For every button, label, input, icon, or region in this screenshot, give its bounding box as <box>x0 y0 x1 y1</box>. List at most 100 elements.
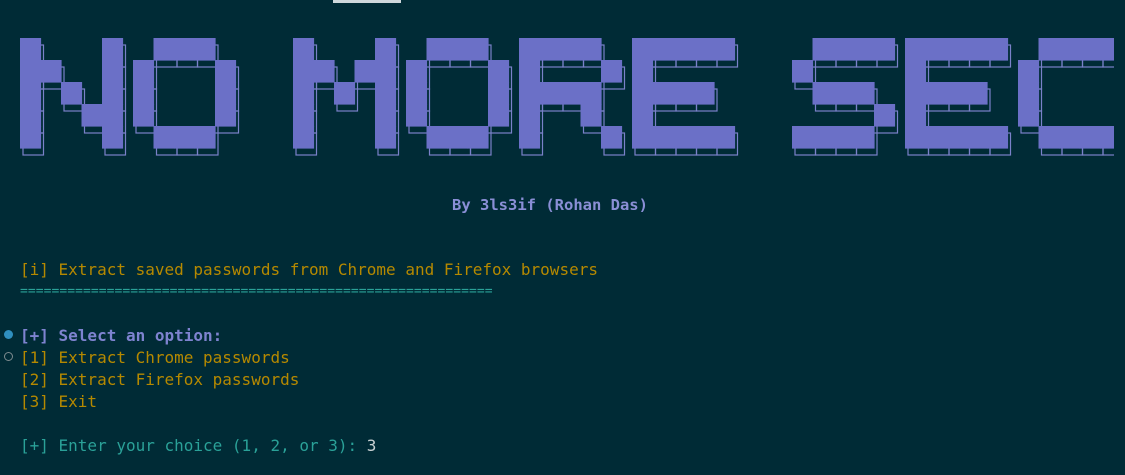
banner-fill-block <box>102 82 124 105</box>
banner-fill-block <box>194 126 216 149</box>
banner-fill-block <box>632 38 654 61</box>
banner-fill-block <box>812 82 834 105</box>
banner-fill-block <box>102 104 124 127</box>
banner-fill-block <box>20 104 42 127</box>
banner-fill-block <box>652 38 674 61</box>
banner-fill-block <box>406 82 428 105</box>
banner-fill-block <box>313 60 335 83</box>
input-line: [+] Enter your choice (1, 2, or 3): 3 <box>20 435 376 457</box>
banner-fill-block <box>467 126 489 149</box>
banner-fill-block <box>560 38 582 61</box>
banner-fill-block <box>652 126 674 149</box>
banner-fill-block <box>652 82 674 105</box>
input-value[interactable]: 3 <box>367 436 377 455</box>
tab-indicator <box>333 0 401 3</box>
banner-fill-block <box>61 82 83 105</box>
banner-fill-block <box>792 126 814 149</box>
banner-fill-block <box>812 126 834 149</box>
banner-fill-block <box>539 38 561 61</box>
banner-fill-block <box>215 82 237 105</box>
banner-fill-block <box>1038 38 1060 61</box>
banner-fill-block <box>375 38 397 61</box>
banner-fill-block <box>1038 126 1060 149</box>
banner-fill-block <box>1018 82 1040 105</box>
banner-fill-block <box>673 38 695 61</box>
banner-fill-block <box>1018 104 1040 127</box>
banner-fill-block <box>946 126 968 149</box>
banner-fill-block <box>102 126 124 149</box>
gutter-dot-filled-icon <box>4 330 13 339</box>
banner-fill-block <box>987 38 1009 61</box>
banner-fill-block <box>293 104 315 127</box>
banner-fill-block <box>133 82 155 105</box>
banner-fill-block <box>905 60 927 83</box>
banner-fill-block <box>560 82 582 105</box>
banner-fill-block <box>334 82 356 105</box>
banner-fill-block <box>406 104 428 127</box>
banner-fill-block <box>632 104 654 127</box>
banner-fill-block <box>833 38 855 61</box>
banner-fill-block <box>632 126 654 149</box>
banner-fill-block <box>853 126 875 149</box>
banner-fill-block <box>833 82 855 105</box>
banner-fill-block <box>792 60 814 83</box>
banner-fill-block <box>20 38 42 61</box>
banner-fill-block <box>905 104 927 127</box>
banner-fill-block <box>133 60 155 83</box>
banner-fill-block <box>1079 38 1101 61</box>
banner-fill-block <box>714 38 736 61</box>
banner-fill-block <box>925 38 947 61</box>
input-prompt: [+] Enter your choice (1, 2, or 3): <box>20 436 358 455</box>
separator-line: ========================================… <box>20 284 493 299</box>
banner-fill-block <box>174 126 196 149</box>
banner-fill-block <box>519 82 541 105</box>
banner-fill-block <box>293 126 315 149</box>
menu-option-firefox: [2] Extract Firefox passwords <box>20 370 300 389</box>
banner-fill-block <box>1100 38 1114 61</box>
banner-fill-block <box>905 126 927 149</box>
banner-fill-block <box>1100 126 1114 149</box>
menu-prompt: [+] Select an option: <box>20 326 223 345</box>
banner-fill-block <box>632 82 654 105</box>
banner-fill-block <box>874 104 896 127</box>
ascii-art-banner <box>20 38 1114 156</box>
banner-fill-block <box>174 38 196 61</box>
banner-fill-block <box>102 38 124 61</box>
banner-fill-block <box>293 82 315 105</box>
banner-fill-block <box>488 82 510 105</box>
banner-fill-block <box>966 38 988 61</box>
banner-fill-block <box>215 60 237 83</box>
banner-fill-block <box>215 104 237 127</box>
banner-fill-block <box>905 38 927 61</box>
banner-fill-block <box>966 126 988 149</box>
banner-fill-block <box>925 82 947 105</box>
banner-fill-block <box>580 104 602 127</box>
banner-fill-block <box>539 82 561 105</box>
banner-fill-block <box>693 126 715 149</box>
banner-fill-block <box>874 38 896 61</box>
banner-fill-block <box>673 82 695 105</box>
banner-fill-block <box>987 126 1009 149</box>
menu-option-exit: [3] Exit <box>20 392 98 411</box>
banner-fill-block <box>375 60 397 83</box>
banner-fill-block <box>946 82 968 105</box>
banner-fill-block <box>194 38 216 61</box>
banner-fill-block <box>20 126 42 149</box>
banner-fill-block <box>81 104 103 127</box>
banner-fill-block <box>1059 126 1081 149</box>
banner-fill-block <box>406 60 428 83</box>
banner-fill-block <box>601 60 623 83</box>
banner-fill-block <box>102 60 124 83</box>
menu-option-chrome: [1] Extract Chrome passwords <box>20 348 290 367</box>
banner-fill-block <box>447 126 469 149</box>
banner-fill-block <box>40 60 62 83</box>
banner-fill-block <box>1059 38 1081 61</box>
banner-fill-block <box>375 126 397 149</box>
banner-fill-block <box>905 82 927 105</box>
banner-fill-block <box>375 104 397 127</box>
gutter-dot-hollow-icon <box>4 352 13 361</box>
banner-fill-block <box>293 38 315 61</box>
info-line: [i] Extract saved passwords from Chrome … <box>20 260 598 279</box>
banner-fill-block <box>426 38 448 61</box>
banner-fill-block <box>693 82 715 105</box>
